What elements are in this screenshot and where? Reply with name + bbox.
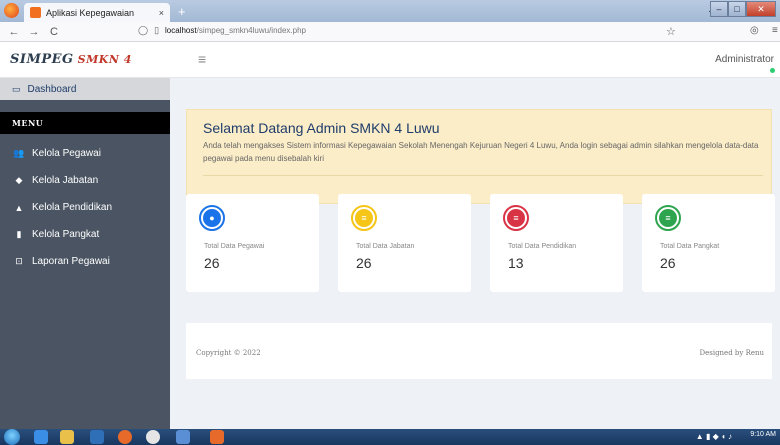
database-icon: ≡ bbox=[655, 205, 681, 231]
designer-credit: Designed by Renu bbox=[699, 349, 764, 357]
welcome-text: Anda telah mengakses Sistem informasi Ke… bbox=[203, 141, 759, 163]
stat-card-jabatan[interactable]: ≡ Total Data Jabatan 26 bbox=[338, 194, 471, 292]
copyright-text: Copyright © 2022 bbox=[196, 349, 261, 357]
sidebar-item-label: Kelola Pangkat bbox=[32, 229, 100, 240]
logo-text: SIMPEG bbox=[10, 52, 74, 67]
sidebar-item-dashboard[interactable]: ▭ Dashboard bbox=[0, 78, 170, 100]
user-menu[interactable]: Administrator bbox=[715, 54, 774, 65]
window-controls: – □ ✕ bbox=[710, 1, 776, 17]
stat-card-pangkat[interactable]: ≡ Total Data Pangkat 26 bbox=[642, 194, 775, 292]
report-icon: ⊡ bbox=[15, 256, 23, 266]
bookmark-icon: ▮ bbox=[16, 229, 22, 239]
sidebar-item-kelola-pendidikan[interactable]: ▲ Kelola Pendidikan bbox=[0, 194, 170, 221]
database-icon: ≡ bbox=[503, 205, 529, 231]
firefox-icon[interactable] bbox=[118, 430, 132, 444]
forward-button[interactable]: → bbox=[28, 26, 40, 38]
stat-label: Total Data Pendidikan bbox=[508, 243, 577, 250]
graduation-cap-icon: ▲ bbox=[14, 202, 24, 213]
sidebar-item-label: Kelola Pegawai bbox=[32, 148, 101, 159]
back-button[interactable]: ← bbox=[8, 26, 20, 38]
sidebar-item-kelola-pangkat[interactable]: ▮ Kelola Pangkat bbox=[0, 221, 170, 248]
system-tray-icons[interactable]: ▲ ▮ ◆ ◖ ♪ bbox=[696, 432, 732, 441]
stat-card-pegawai[interactable]: ● Total Data Pegawai 26 bbox=[186, 194, 319, 292]
welcome-title: Selamat Datang Admin SMKN 4 Luwu bbox=[203, 120, 440, 136]
stat-label: Total Data Pegawai bbox=[204, 243, 265, 250]
page-icon: ▯ bbox=[154, 25, 160, 35]
minimize-icon[interactable]: – bbox=[710, 1, 728, 17]
start-button-icon[interactable] bbox=[4, 429, 20, 445]
sidebar: ▭ Dashboard MENU 👥 Kelola Pegawai ◆ Kelo… bbox=[0, 78, 170, 429]
tab-close-icon[interactable]: × bbox=[159, 8, 164, 18]
monitor-icon: ▭ bbox=[12, 83, 21, 94]
page-footer: Copyright © 2022 Designed by Renu bbox=[186, 323, 772, 379]
sidebar-item-label: Kelola Jabatan bbox=[32, 175, 99, 186]
sidebar-item-laporan-pegawai[interactable]: ⊡ Laporan Pegawai bbox=[0, 248, 170, 275]
sidebar-item-kelola-pegawai[interactable]: 👥 Kelola Pegawai bbox=[0, 140, 170, 167]
bookmark-star-icon[interactable]: ☆ bbox=[666, 25, 676, 38]
app-header: SIMPEG SMKN 4 ≡ Administrator bbox=[0, 42, 780, 78]
menu-toggle-icon[interactable]: ≡ bbox=[198, 51, 206, 67]
word-icon[interactable] bbox=[176, 430, 190, 444]
sidebar-item-label: Laporan Pegawai bbox=[32, 256, 110, 267]
divider bbox=[203, 175, 763, 176]
favicon-icon bbox=[30, 7, 41, 18]
users-icon: 👥 bbox=[13, 148, 25, 158]
stat-value: 13 bbox=[508, 255, 524, 271]
database-icon: ≡ bbox=[351, 205, 377, 231]
taskbar-clock[interactable]: 9:10 AM bbox=[750, 431, 776, 438]
maximize-icon[interactable]: □ bbox=[728, 1, 746, 17]
folder-icon[interactable] bbox=[60, 430, 74, 444]
browser-tab[interactable]: Aplikasi Kepegawaian × bbox=[24, 3, 170, 22]
tab-title: Aplikasi Kepegawaian bbox=[46, 7, 135, 18]
shield-icon: ◯ bbox=[138, 25, 149, 35]
url-host: localhost bbox=[165, 26, 197, 35]
app-logo[interactable]: SIMPEG SMKN 4 bbox=[10, 52, 132, 67]
sidebar-item-kelola-jabatan[interactable]: ◆ Kelola Jabatan bbox=[0, 167, 170, 194]
main-content: Selamat Datang Admin SMKN 4 Luwu Anda te… bbox=[170, 78, 780, 429]
ie-icon[interactable] bbox=[34, 430, 48, 444]
stat-label: Total Data Pangkat bbox=[660, 243, 720, 250]
stat-label: Total Data Jabatan bbox=[356, 243, 415, 250]
browser-nav-bar: ← → C ◯ ▯ localhost/simpeg_smkn4luwu/ind… bbox=[0, 22, 780, 42]
sidebar-menu-heading: MENU bbox=[0, 112, 170, 134]
stat-value: 26 bbox=[660, 255, 676, 271]
xampp-icon[interactable] bbox=[210, 430, 224, 444]
url-path: /simpeg_smkn4luwu/index.php bbox=[196, 26, 307, 35]
stat-value: 26 bbox=[356, 255, 372, 271]
sidebar-item-label: Kelola Pendidikan bbox=[32, 202, 113, 213]
sidebar-item-label: Dashboard bbox=[27, 83, 77, 95]
browser-tab-bar: Aplikasi Kepegawaian × + ⌄ – □ ✕ bbox=[0, 0, 780, 22]
browser-menu-icon[interactable]: ≡ bbox=[772, 25, 778, 36]
logo-sub: SMKN 4 bbox=[77, 53, 132, 66]
os-taskbar: ▲ ▮ ◆ ◖ ♪ 9:10 AM bbox=[0, 429, 780, 445]
welcome-alert: Selamat Datang Admin SMKN 4 Luwu Anda te… bbox=[186, 109, 772, 204]
user-icon: ● bbox=[199, 205, 225, 231]
media-player-icon[interactable] bbox=[90, 430, 104, 444]
firefox-logo-icon[interactable] bbox=[4, 3, 19, 18]
chrome-icon[interactable] bbox=[146, 430, 160, 444]
stat-value: 26 bbox=[204, 255, 220, 271]
online-status-dot bbox=[770, 68, 775, 73]
reload-button[interactable]: C bbox=[48, 26, 60, 38]
tag-icon: ◆ bbox=[15, 175, 23, 185]
close-window-icon[interactable]: ✕ bbox=[746, 1, 776, 17]
address-bar[interactable]: ◯ ▯ localhost/simpeg_smkn4luwu/index.php bbox=[138, 25, 306, 36]
pocket-icon[interactable]: ◎ bbox=[750, 25, 759, 36]
new-tab-button[interactable]: + bbox=[178, 4, 186, 19]
stat-card-pendidikan[interactable]: ≡ Total Data Pendidikan 13 bbox=[490, 194, 623, 292]
